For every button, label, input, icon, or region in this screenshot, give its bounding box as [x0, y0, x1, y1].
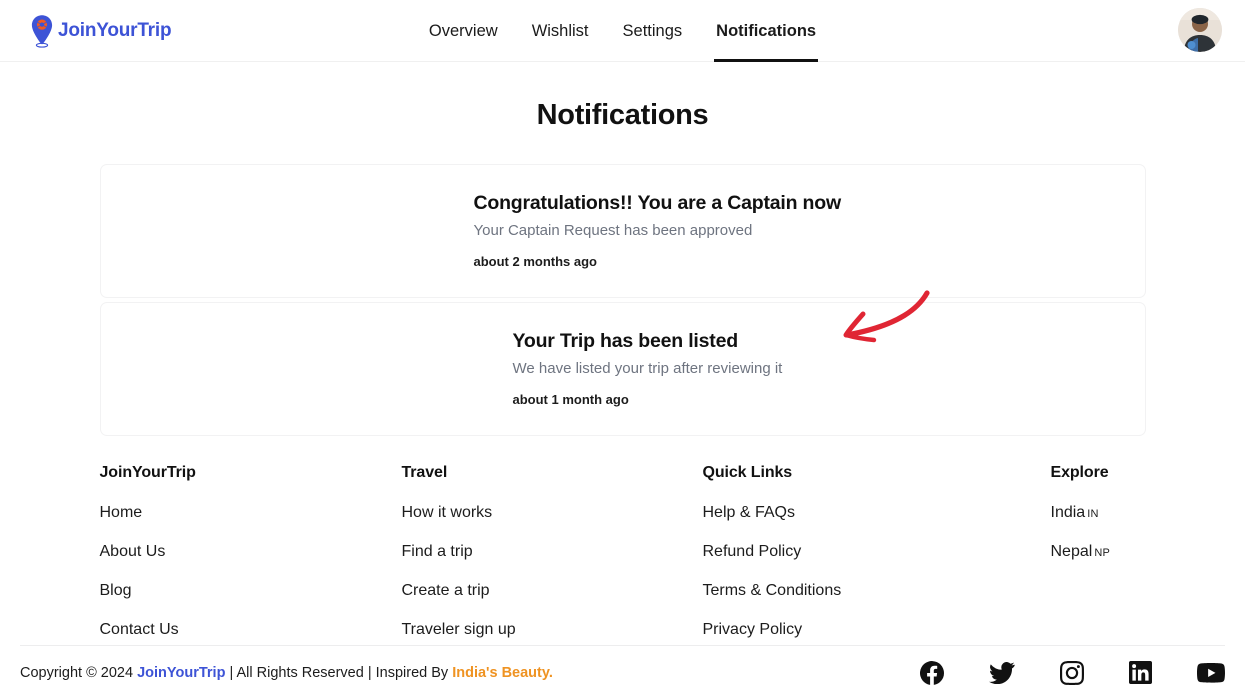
- instagram-icon[interactable]: [1060, 660, 1084, 685]
- site-footer: JoinYourTrip Home About Us Blog Contact …: [100, 464, 1146, 639]
- footer-link-about-us[interactable]: About Us: [100, 543, 402, 561]
- country-code: NP: [1094, 546, 1111, 559]
- avatar[interactable]: [1178, 8, 1222, 52]
- copyright-middle: | All Rights Reserved | Inspired By: [225, 664, 453, 681]
- copyright-inspired-link[interactable]: India's Beauty.: [452, 665, 553, 681]
- country-code: IN: [1087, 507, 1099, 520]
- footer-link-refund-policy[interactable]: Refund Policy: [703, 543, 1051, 561]
- notification-title: Your Trip has been listed: [512, 329, 739, 352]
- footer-column-title: JoinYourTrip: [99, 463, 196, 481]
- site-header: JoinYourTrip Overview Wishlist Settings …: [0, 0, 1245, 62]
- footer-link-create-a-trip[interactable]: Create a trip: [402, 582, 703, 600]
- app-page: JoinYourTrip Overview Wishlist Settings …: [0, 0, 1245, 700]
- linkedin-icon[interactable]: [1129, 661, 1152, 684]
- footer-link-home[interactable]: Home: [100, 504, 402, 522]
- notification-card[interactable]: Your Trip has been listed We have listed…: [99, 290, 1146, 436]
- notification-timestamp: about 1 month ago: [512, 391, 629, 407]
- twitter-icon[interactable]: [989, 661, 1015, 684]
- footer-link-country-india[interactable]: India IN: [1051, 504, 1146, 522]
- footer-column-title: Travel: [401, 463, 448, 481]
- notification-subtitle: We have listed your trip after reviewing…: [512, 360, 783, 378]
- footer-column-title: Quick Links: [702, 463, 793, 481]
- footer-link-how-it-works[interactable]: How it works: [402, 504, 703, 522]
- footer-bottom-bar: Copyright © 2024 JoinYourTrip | All Righ…: [0, 645, 1245, 700]
- copyright-text: Copyright © 2024 JoinYourTrip | All Righ…: [20, 665, 553, 681]
- facebook-icon[interactable]: [920, 660, 944, 685]
- notification-timestamp: about 2 months ago: [473, 253, 598, 269]
- footer-column-quick-links: Quick Links Help & FAQs Refund Policy Te…: [703, 464, 1051, 639]
- footer-link-contact-us[interactable]: Contact Us: [100, 621, 402, 639]
- notification-title: Congratulations!! You are a Captain now: [473, 192, 842, 214]
- footer-link-traveler-sign-up[interactable]: Traveler sign up: [402, 621, 703, 639]
- footer-link-terms-conditions[interactable]: Terms & Conditions: [703, 582, 1051, 600]
- nav-item-notifications[interactable]: Notifications: [714, 0, 818, 62]
- youtube-icon[interactable]: [1197, 662, 1225, 683]
- notifications-list: Congratulations!! You are a Captain now …: [99, 164, 1146, 436]
- footer-link-find-a-trip[interactable]: Find a trip: [402, 543, 703, 561]
- footer-link-blog[interactable]: Blog: [100, 582, 402, 600]
- main-navigation: Overview Wishlist Settings Notifications: [0, 0, 1245, 62]
- footer-link-privacy-policy[interactable]: Privacy Policy: [703, 621, 1051, 639]
- footer-column-title: Explore: [1050, 463, 1109, 481]
- copyright-prefix: Copyright © 2024: [20, 664, 138, 681]
- notification-subtitle: Your Captain Request has been approved: [473, 222, 753, 240]
- nav-item-settings[interactable]: Settings: [623, 0, 683, 62]
- country-name: Nepal: [1050, 542, 1093, 560]
- country-name: India: [1050, 503, 1086, 521]
- footer-link-help-faqs[interactable]: Help & FAQs: [703, 504, 1051, 522]
- footer-link-country-nepal[interactable]: Nepal NP: [1051, 543, 1146, 561]
- page-title: Notifications: [536, 99, 709, 131]
- footer-column-travel: Travel How it works Find a trip Create a…: [402, 464, 703, 639]
- copyright-brand-link[interactable]: JoinYourTrip: [137, 665, 225, 681]
- footer-column-brand: JoinYourTrip Home About Us Blog Contact …: [100, 464, 402, 639]
- notification-card[interactable]: Congratulations!! You are a Captain now …: [99, 164, 1146, 298]
- nav-item-wishlist[interactable]: Wishlist: [532, 0, 589, 62]
- social-links: [920, 660, 1225, 685]
- nav-item-overview[interactable]: Overview: [429, 0, 498, 62]
- footer-column-explore: Explore India IN Nepal NP: [1051, 464, 1146, 639]
